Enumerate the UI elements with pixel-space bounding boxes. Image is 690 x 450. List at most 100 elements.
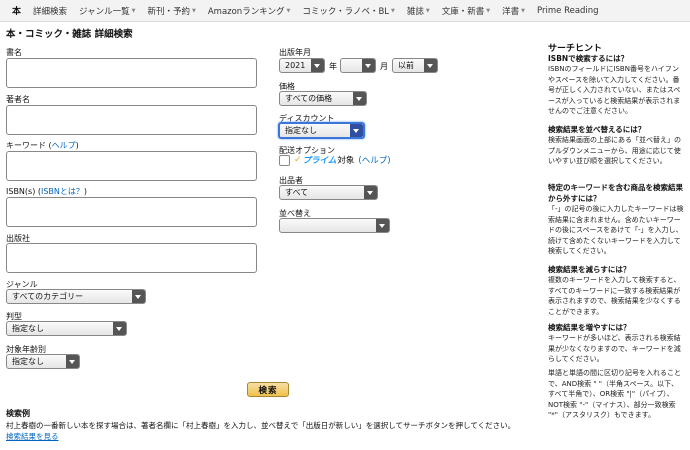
nav-label: 詳細検索 — [33, 6, 68, 17]
nav-label: 洋書 — [502, 6, 520, 17]
nav-foreign-books[interactable]: 洋書 ▼ — [496, 5, 531, 17]
caret-down-icon: ▼ — [521, 7, 526, 14]
caret-down-icon: ▼ — [391, 7, 395, 14]
author-label: 著者名 — [6, 95, 30, 104]
author-field[interactable] — [6, 105, 257, 135]
dropdown-arrow-icon — [364, 186, 377, 199]
keyword-label-close: ) — [75, 141, 79, 150]
isbn-label: ISBN(s) (ISBNとは？) — [6, 186, 87, 197]
hint-body: 「-」の記号の後に入力したキーワードは検索結果に含まれません。含めたいキーワード… — [548, 205, 684, 255]
dropdown-arrow-icon — [376, 219, 389, 232]
nav-comics[interactable]: コミック・ラノベ・BL ▼ — [296, 5, 401, 17]
age-select-value: 指定なし — [12, 357, 44, 366]
caret-down-icon: ▼ — [286, 7, 291, 14]
year-select[interactable]: 2021 — [279, 58, 325, 73]
caret-down-icon: ▼ — [486, 7, 491, 14]
hint-operators: 単語と単語の間に区切り記号を入れることで、AND検索 " "（半角スペース。以下… — [548, 368, 684, 421]
example-results-link[interactable]: 検索結果を見る — [6, 431, 59, 442]
search-button[interactable]: 検索 — [247, 382, 289, 397]
hint-isbn: ISBNで検索するには？ ISBNのフィールドにISBN番号をハイフンやスペース… — [548, 53, 684, 117]
format-select[interactable]: 指定なし — [6, 321, 127, 336]
hint-body: キーワードが多いほど、表示される検索結果が少なくなりますので、キーワードを減らし… — [548, 334, 681, 363]
hint-increase: 検索結果を増やすには？ キーワードが多いほど、表示される検索結果が少なくなります… — [548, 322, 684, 365]
hint-sort: 検索結果を並べ替えるには？ 検索結果画面の上部にある「並べ替え」のプルダウンメニ… — [548, 124, 684, 167]
hint-reduce: 検索結果を減らすには？ 複数のキーワードを入力して検索すると、すべてのキーワード… — [548, 264, 684, 317]
hint-body: 単語と単語の間に区切り記号を入れることで、AND検索 " "（半角スペース。以下… — [548, 369, 681, 419]
hint-heading: 検索結果を並べ替えるには？ — [548, 125, 646, 134]
nav-genre-list[interactable]: ジャンル一覧 ▼ — [73, 5, 141, 17]
when-select[interactable]: 以前 — [392, 58, 438, 73]
year-select-value: 2021 — [285, 61, 306, 70]
nav-label: 文庫・新書 — [441, 6, 485, 17]
prime-check-icon: ✓ — [294, 155, 302, 165]
nav-home[interactable]: 本 — [6, 4, 27, 17]
title-label: 書名 — [6, 48, 22, 57]
genre-select-value: すべてのカテゴリー — [12, 292, 84, 301]
hint-heading: 特定のキーワードを含む商品を検索結果から外すには？ — [548, 183, 683, 203]
hint-heading: 検索結果を増やすには？ — [548, 323, 631, 332]
keyword-help-link[interactable]: ヘルプ — [52, 141, 76, 150]
format-select-value: 指定なし — [12, 324, 44, 333]
dropdown-arrow-icon — [350, 124, 363, 137]
prime-checkbox[interactable] — [279, 155, 290, 166]
when-select-value: 以前 — [398, 61, 414, 70]
seller-select[interactable]: すべて — [279, 185, 378, 200]
nav-bunko[interactable]: 文庫・新書 ▼ — [436, 5, 496, 17]
keyword-label-text: キーワード ( — [6, 141, 52, 150]
top-nav: 本 詳細検索 ジャンル一覧 ▼ 新刊・予約 ▼ Amazonランキング ▼ コミック・… — [0, 0, 690, 22]
hint-exclude: 特定のキーワードを含む商品を検索結果から外すには？ 「-」の記号の後に入力したキ… — [548, 182, 684, 257]
month-select[interactable] — [340, 58, 376, 73]
prime-option: ✓ プライム 対象 (ヘルプ) — [294, 154, 391, 166]
nav-advanced-search[interactable]: 詳細検索 — [27, 5, 73, 17]
nav-magazines[interactable]: 雑誌 ▼ — [401, 5, 436, 17]
month-unit: 月 — [380, 62, 388, 71]
nav-label: 雑誌 — [406, 6, 424, 17]
nav-ranking[interactable]: Amazonランキング ▼ — [202, 5, 296, 17]
hint-heading: 検索結果を減らすには？ — [548, 265, 631, 274]
example-title: 検索例 — [6, 409, 30, 418]
dropdown-arrow-icon — [66, 355, 79, 368]
caret-down-icon: ▼ — [425, 7, 430, 14]
isbn-label-close: ) — [83, 187, 88, 196]
nav-label: Prime Reading — [537, 5, 599, 16]
prime-word: プライム — [302, 156, 337, 166]
prime-help-link[interactable]: (ヘルプ) — [358, 154, 390, 166]
sort-select[interactable] — [279, 218, 390, 233]
dropdown-arrow-icon — [424, 59, 437, 72]
caret-down-icon: ▼ — [191, 7, 196, 14]
hint-body: 複数のキーワードを入力して検索すると、すべてのキーワードに一致する検索結果が表示… — [548, 276, 681, 316]
title-field[interactable] — [6, 58, 257, 88]
caret-down-icon: ▼ — [131, 7, 136, 14]
isbn-help-link[interactable]: ISBNとは？ — [41, 187, 84, 196]
genre-select[interactable]: すべてのカテゴリー — [6, 289, 146, 304]
discount-select-value: 指定なし — [285, 126, 317, 135]
nav-label: Amazonランキング — [207, 6, 285, 17]
nav-prime-reading[interactable]: Prime Reading — [531, 6, 605, 16]
pubdate-label: 出版年月 — [279, 48, 311, 57]
keyword-field[interactable] — [6, 151, 257, 181]
nav-label: ジャンル一覧 — [79, 6, 130, 17]
nav-new-release[interactable]: 新刊・予約 ▼ — [141, 5, 201, 17]
dropdown-arrow-icon — [362, 59, 375, 72]
hint-heading: ISBNで検索するには？ — [548, 54, 629, 63]
page-title: 本・コミック・雑誌 詳細検索 — [6, 29, 133, 40]
hint-body: ISBNのフィールドにISBN番号をハイフンやスペースを除いて入力してください。… — [548, 65, 681, 115]
dropdown-arrow-icon — [353, 92, 366, 105]
keyword-label: キーワード (ヘルプ) — [6, 140, 79, 151]
nav-label: コミック・ラノベ・BL — [302, 6, 390, 17]
discount-select[interactable]: 指定なし — [278, 122, 365, 139]
publisher-field[interactable] — [6, 243, 257, 273]
dropdown-arrow-icon — [113, 322, 126, 335]
age-select[interactable]: 指定なし — [6, 354, 80, 369]
hint-body: 検索結果画面の上部にある「並べ替え」のプルダウンメニューから、用途に応じて使いや… — [548, 136, 681, 165]
dropdown-arrow-icon — [132, 290, 145, 303]
prime-suffix: 対象 — [337, 156, 355, 166]
year-unit: 年 — [329, 62, 337, 71]
seller-select-value: すべて — [285, 188, 309, 197]
isbn-field[interactable] — [6, 197, 257, 227]
price-select[interactable]: すべての価格 — [279, 91, 367, 106]
example-text: 村上春樹の一番新しい本を探す場合は、著者名欄に「村上春樹」を入力し、並べ替えで「… — [6, 421, 516, 430]
dropdown-arrow-icon — [311, 59, 324, 72]
nav-label: 新刊・予約 — [147, 6, 190, 17]
isbn-label-text: ISBN(s) ( — [6, 187, 41, 196]
